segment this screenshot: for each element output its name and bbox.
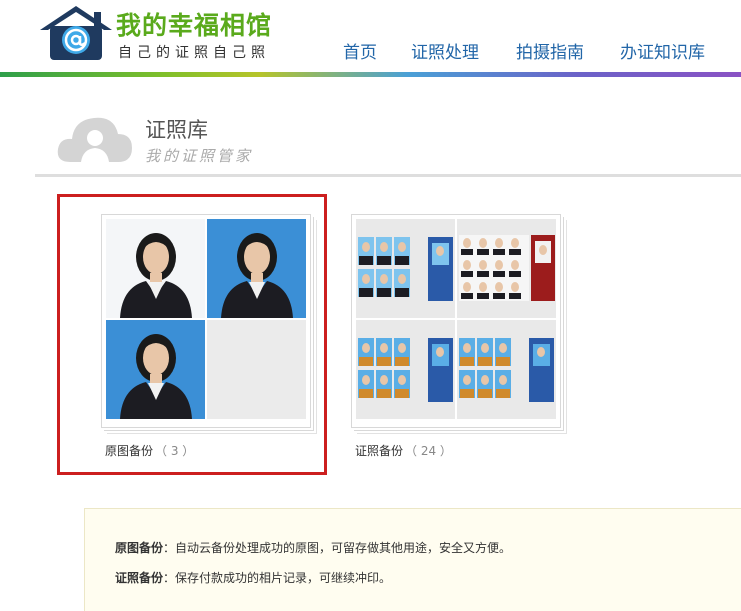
nav-shooting-guide[interactable]: 拍摄指南 (516, 38, 584, 63)
page-title-area: 证照库 我的证照管家 (0, 78, 741, 178)
album-thumbnail-grid (106, 219, 306, 419)
album-count: （ 24 ） (405, 444, 452, 458)
album-cover[interactable] (351, 214, 561, 428)
nav-home[interactable]: 首页 (343, 38, 377, 63)
album-original-backup[interactable]: 原图备份（ 3 ） (101, 214, 313, 458)
notice-key: 原图备份 (115, 541, 164, 555)
brand-title[interactable]: 我的幸福相馆 (116, 6, 272, 42)
header-divider (0, 72, 741, 77)
album-thumbnail-grid (356, 219, 556, 419)
page-subtitle: 我的证照管家 (145, 147, 254, 165)
photo-sheet-thumbnail[interactable] (356, 219, 455, 318)
nav-knowledge-base[interactable]: 办证知识库 (620, 38, 705, 63)
empty-thumbnail (207, 320, 306, 419)
photo-sheet-thumbnail[interactable] (457, 320, 556, 419)
house-at-icon[interactable] (36, 4, 116, 62)
album-name[interactable]: 证照备份 (355, 444, 403, 458)
notice-text: ：保存付款成功的相片记录，可继续冲印。 (163, 571, 392, 585)
notice-line-id-photo-backup: 证照备份：保存付款成功的相片记录，可继续冲印。 (115, 569, 391, 586)
album-count: （ 3 ） (155, 444, 195, 458)
photo-thumbnail[interactable] (106, 320, 205, 419)
notice-line-original-backup: 原图备份：自动云备份处理成功的原图，可留存做其他用途，安全又方便。 (115, 539, 511, 556)
nav-photo-processing[interactable]: 证照处理 (411, 38, 479, 63)
album-label[interactable]: 原图备份（ 3 ） (105, 442, 194, 459)
notice-key: 证照备份 (115, 571, 164, 585)
photo-thumbnail[interactable] (207, 219, 306, 318)
site-header: 我的幸福相馆 自己的证照自己照 首页 证照处理 拍摄指南 办证知识库 (0, 0, 741, 74)
album-cover[interactable] (101, 214, 311, 428)
title-divider (35, 174, 741, 177)
info-notice: 原图备份：自动云备份处理成功的原图，可留存做其他用途，安全又方便。 证照备份：保… (84, 508, 741, 611)
photo-thumbnail[interactable] (106, 219, 205, 318)
brand-slogan: 自己的证照自己照 (118, 45, 270, 61)
album-name[interactable]: 原图备份 (105, 444, 153, 458)
cloud-user-icon (57, 117, 132, 162)
album-label[interactable]: 证照备份（ 24 ） (355, 442, 452, 459)
notice-text: ：自动云备份处理成功的原图，可留存做其他用途，安全又方便。 (163, 541, 512, 555)
album-id-photo-backup[interactable]: 证照备份（ 24 ） (351, 214, 563, 458)
page-title: 证照库 (145, 118, 208, 142)
photo-sheet-thumbnail[interactable] (356, 320, 455, 419)
photo-sheet-thumbnail[interactable] (457, 219, 556, 318)
